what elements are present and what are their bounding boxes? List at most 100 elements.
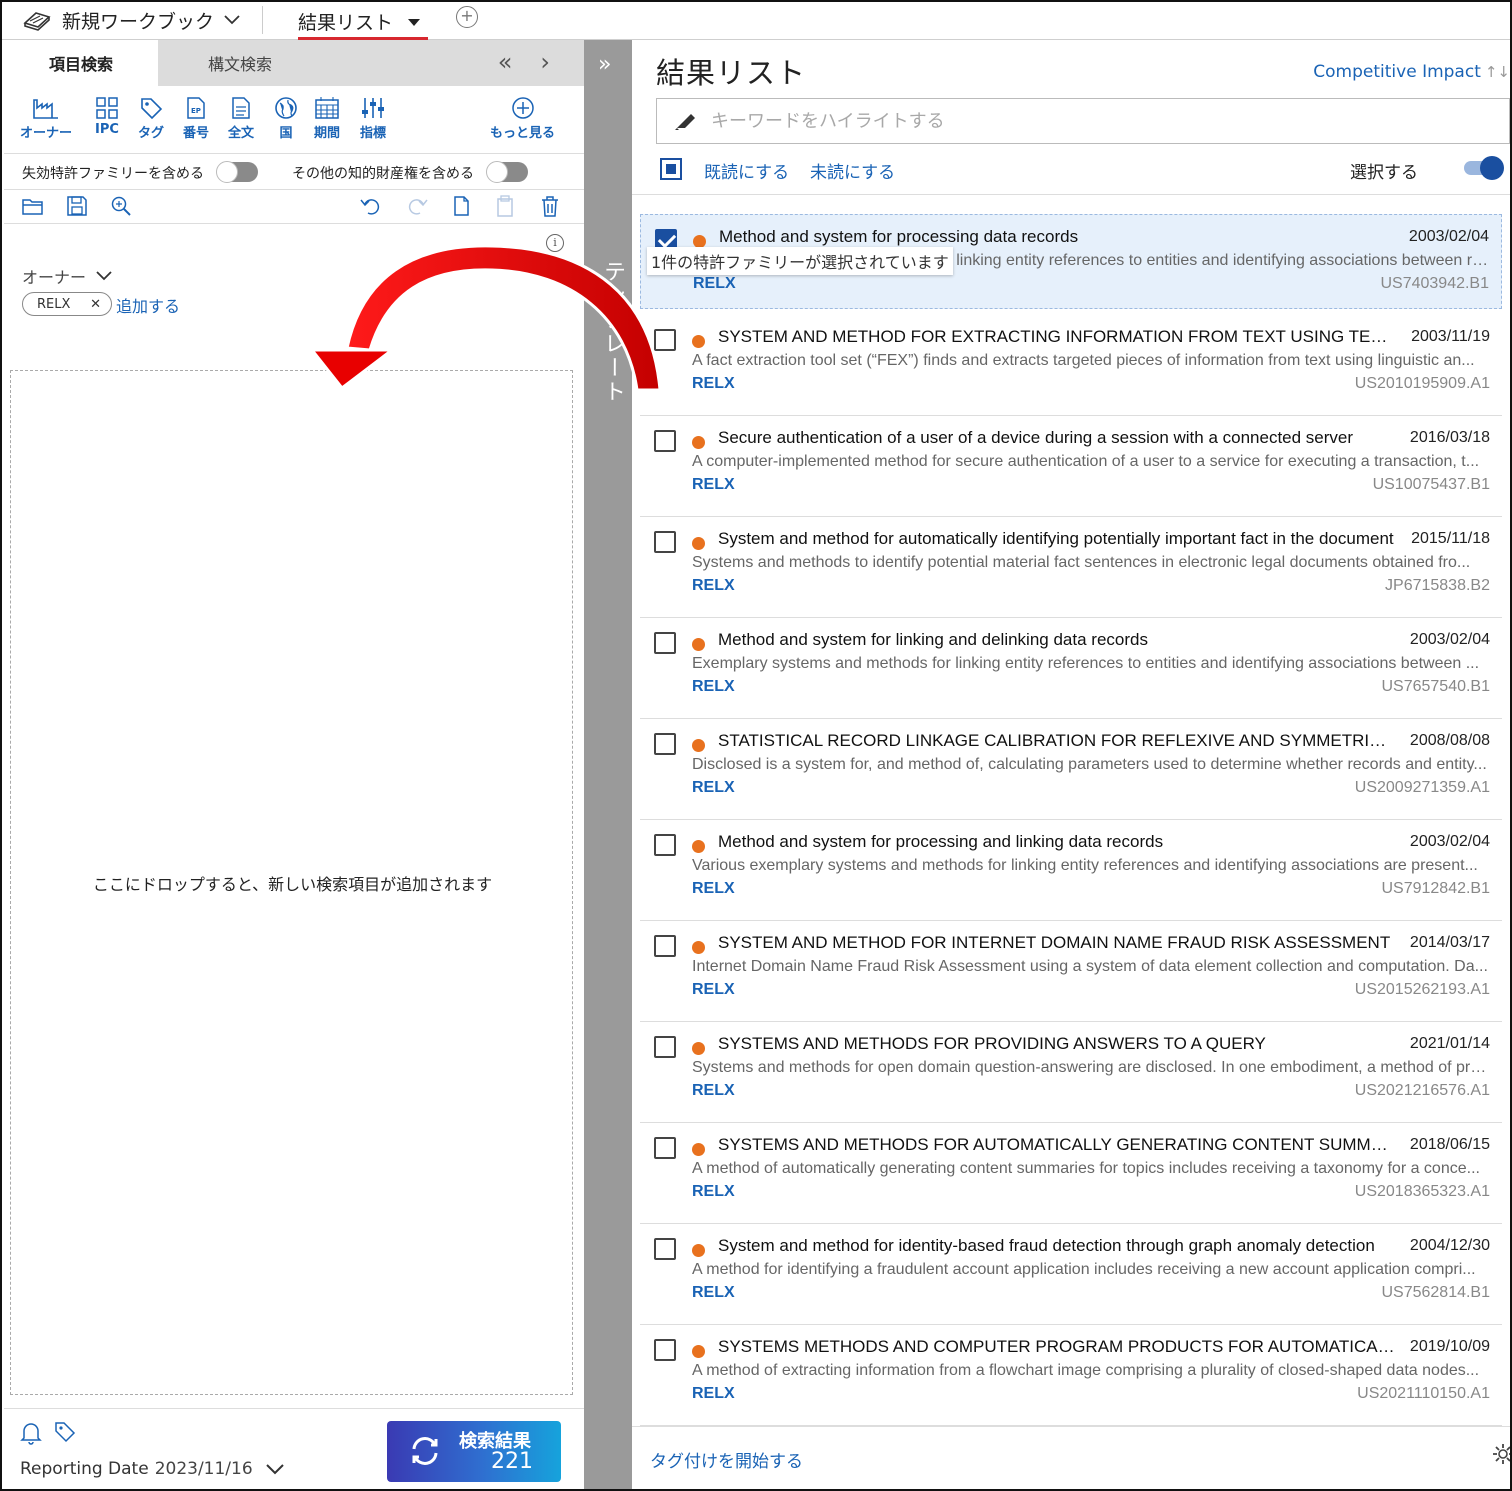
bell-icon[interactable] <box>20 1421 42 1445</box>
field-ipc[interactable]: IPC <box>95 96 119 137</box>
result-item[interactable]: SYSTEM AND METHOD FOR EXTRACTING INFORMA… <box>640 315 1502 416</box>
result-checkbox[interactable] <box>654 329 676 351</box>
result-item[interactable]: SYSTEM AND METHOD FOR INTERNET DOMAIN NA… <box>640 921 1502 1022</box>
paste-icon[interactable] <box>494 195 516 217</box>
field-tag[interactable]: タグ <box>138 96 164 141</box>
add-owner-link[interactable]: 追加する <box>116 293 180 317</box>
result-title[interactable]: Method and system for processing data re… <box>719 227 1399 247</box>
result-checkbox[interactable] <box>654 1339 676 1361</box>
result-checkbox[interactable] <box>654 834 676 856</box>
tag-icon[interactable] <box>54 1421 76 1443</box>
result-title[interactable]: SYSTEMS METHODS AND COMPUTER PROGRAM PRO… <box>718 1337 1398 1357</box>
field-number[interactable]: EP 番号 <box>183 96 209 141</box>
result-title[interactable]: Method and system for linking and delink… <box>718 630 1398 650</box>
result-owner[interactable]: RELX <box>692 577 735 595</box>
result-checkbox[interactable] <box>654 1238 676 1260</box>
close-icon[interactable]: ✕ <box>90 297 101 312</box>
folder-open-icon[interactable] <box>22 195 44 217</box>
field-metrics[interactable]: 指標 <box>360 96 386 141</box>
copy-icon[interactable] <box>450 195 472 217</box>
trash-icon[interactable] <box>539 195 561 217</box>
owner-chip[interactable]: RELX ✕ <box>22 292 112 316</box>
double-chevron-right-icon[interactable]: » <box>598 52 611 77</box>
result-item[interactable]: SYSTEMS METHODS AND COMPUTER PROGRAM PRO… <box>640 1325 1502 1426</box>
result-item[interactable]: Method and system for processing and lin… <box>640 820 1502 921</box>
drop-zone[interactable]: ここにドロップすると、新しい検索項目が追加されます <box>10 370 573 1395</box>
tab-syntax-search[interactable]: 構文検索 <box>158 40 322 86</box>
result-item[interactable]: SYSTEMS AND METHODS FOR AUTOMATICALLY GE… <box>640 1123 1502 1224</box>
highlight-keyword-field[interactable] <box>656 98 1510 144</box>
highlight-input[interactable] <box>711 110 1411 132</box>
result-owner[interactable]: RELX <box>692 375 735 393</box>
chevron-down-icon[interactable] <box>265 1463 285 1475</box>
result-checkbox[interactable] <box>654 430 676 452</box>
result-title[interactable]: SYSTEMS AND METHODS FOR AUTOMATICALLY GE… <box>718 1135 1398 1155</box>
select-mode-toggle[interactable] <box>1464 156 1504 180</box>
info-icon[interactable]: i <box>546 234 564 252</box>
undo-icon[interactable] <box>360 195 382 217</box>
result-checkbox[interactable] <box>654 1036 676 1058</box>
chevron-right-icon[interactable]: › <box>540 48 550 76</box>
run-search-button[interactable]: 検索結果 221 <box>387 1421 561 1482</box>
field-country[interactable]: 国 <box>274 96 298 141</box>
result-title[interactable]: STATISTICAL RECORD LINKAGE CALIBRATION F… <box>718 731 1398 751</box>
result-item[interactable]: STATISTICAL RECORD LINKAGE CALIBRATION F… <box>640 719 1502 820</box>
result-owner[interactable]: RELX <box>692 678 735 696</box>
result-owner[interactable]: RELX <box>692 476 735 494</box>
result-owner[interactable]: RELX <box>693 275 736 293</box>
mark-unread-link[interactable]: 未読にする <box>810 158 895 183</box>
search-preview-icon[interactable] <box>110 195 132 217</box>
add-tab-icon[interactable]: + <box>456 6 478 28</box>
expired-family-toggle[interactable] <box>216 161 258 183</box>
field-period[interactable]: 期間 <box>314 96 340 141</box>
result-item[interactable]: Secure authentication of a user of a dev… <box>640 416 1502 517</box>
result-item[interactable]: SYSTEMS AND METHODS FOR PROVIDING ANSWER… <box>640 1022 1502 1123</box>
owner-criteria-header[interactable]: オーナー <box>22 264 112 288</box>
chevron-down-icon[interactable] <box>224 15 240 25</box>
start-tagging-link[interactable]: タグ付けを開始する <box>650 1447 803 1472</box>
sort-arrows-icon[interactable]: ↑↓ <box>1485 63 1510 81</box>
save-icon[interactable] <box>66 195 88 217</box>
result-title[interactable]: System and method for automatically iden… <box>718 529 1398 549</box>
double-chevron-left-icon[interactable]: « <box>498 48 513 76</box>
svg-text:EP: EP <box>191 107 201 115</box>
result-title[interactable]: Secure authentication of a user of a dev… <box>718 428 1398 448</box>
result-title[interactable]: SYSTEMS AND METHODS FOR PROVIDING ANSWER… <box>718 1034 1398 1054</box>
result-owner[interactable]: RELX <box>692 1082 735 1100</box>
chevron-down-icon[interactable] <box>96 271 112 281</box>
result-title[interactable]: Method and system for processing and lin… <box>718 832 1398 852</box>
result-owner[interactable]: RELX <box>692 1385 735 1403</box>
result-title[interactable]: SYSTEM AND METHOD FOR INTERNET DOMAIN NA… <box>718 933 1398 953</box>
field-more[interactable]: もっと見る <box>490 96 555 141</box>
result-owner[interactable]: RELX <box>692 779 735 797</box>
result-checkbox[interactable] <box>654 733 676 755</box>
workbook-tab[interactable]: 新規ワークブック <box>22 2 240 38</box>
field-fulltext[interactable]: 全文 <box>228 96 254 141</box>
result-item[interactable]: System and method for identity-based fra… <box>640 1224 1502 1325</box>
result-item[interactable]: System and method for automatically iden… <box>640 517 1502 618</box>
tab-field-search[interactable]: 項目検索 <box>4 40 158 86</box>
caret-down-icon[interactable] <box>407 10 421 32</box>
result-checkbox[interactable] <box>654 935 676 957</box>
gear-icon[interactable] <box>1492 1443 1512 1465</box>
result-checkbox[interactable] <box>654 531 676 553</box>
result-owner[interactable]: RELX <box>692 1183 735 1201</box>
result-title[interactable]: SYSTEM AND METHOD FOR EXTRACTING INFORMA… <box>718 327 1398 347</box>
mark-read-link[interactable]: 既読にする <box>704 158 789 183</box>
result-checkbox[interactable] <box>654 632 676 654</box>
reporting-date[interactable]: Reporting Date 2023/11/16 <box>20 1459 285 1479</box>
result-owner[interactable]: RELX <box>692 981 735 999</box>
result-checkbox[interactable] <box>654 1137 676 1159</box>
tab-results-list[interactable]: 結果リスト <box>298 2 428 40</box>
result-title[interactable]: System and method for identity-based fra… <box>718 1236 1398 1256</box>
select-all-checkbox[interactable] <box>660 158 682 180</box>
result-item[interactable]: Method and system for processing data re… <box>640 214 1502 309</box>
template-panel-collapsed[interactable]: » テンプレート <box>584 40 632 1489</box>
sort-selector[interactable]: Competitive Impact ↑↓ <box>1313 62 1510 82</box>
result-owner[interactable]: RELX <box>692 1284 735 1302</box>
result-item[interactable]: Method and system for linking and delink… <box>640 618 1502 719</box>
redo-icon[interactable] <box>406 195 428 217</box>
other-ip-toggle[interactable] <box>486 161 528 183</box>
field-owner[interactable]: オーナー <box>20 96 72 141</box>
result-owner[interactable]: RELX <box>692 880 735 898</box>
